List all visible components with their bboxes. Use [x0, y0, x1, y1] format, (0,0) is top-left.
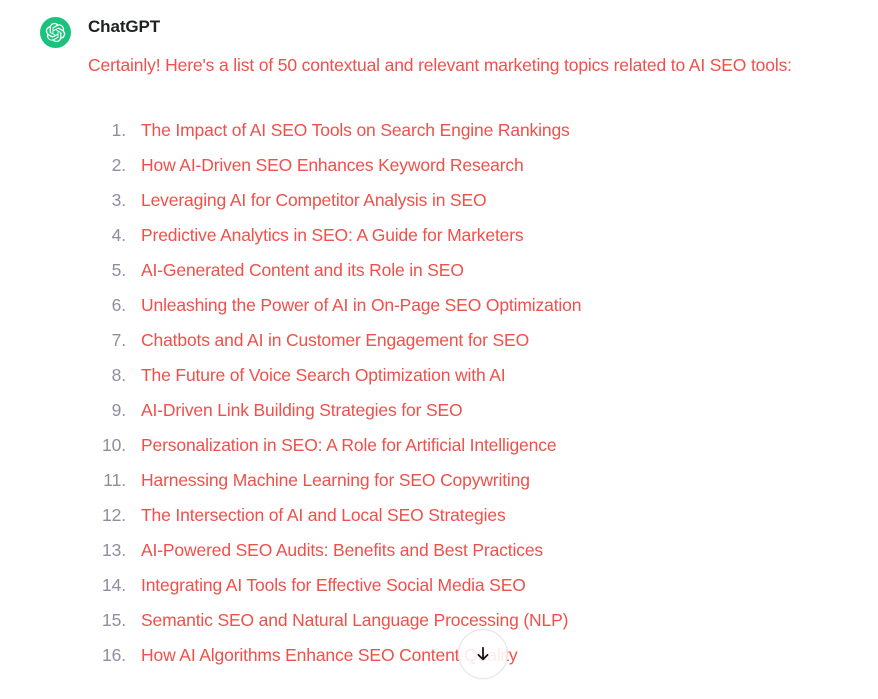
list-item: 4. Predictive Analytics in SEO: A Guide …	[88, 218, 848, 253]
list-item-label: AI-Powered SEO Audits: Benefits and Best…	[141, 540, 544, 560]
list-item-number: 9.	[111, 400, 127, 420]
scroll-to-bottom-button[interactable]	[458, 629, 508, 679]
message-intro-text: Certainly! Here's a list of 50 contextua…	[88, 55, 792, 75]
list-item-number: 12.	[101, 505, 126, 525]
list-item-label: The Future of Voice Search Optimization …	[141, 365, 506, 385]
list-item-label: The Intersection of AI and Local SEO Str…	[141, 505, 506, 525]
list-item-number: 8.	[111, 365, 127, 385]
list-item-label: How AI-Driven SEO Enhances Keyword Resea…	[141, 155, 524, 175]
message-body: ChatGPT Certainly! Here's a list of 50 c…	[88, 12, 848, 673]
list-item: 7. Chatbots and AI in Customer Engagemen…	[88, 323, 848, 358]
list-item-label: Leveraging AI for Competitor Analysis in…	[141, 190, 487, 210]
list-item-number: 11.	[103, 470, 126, 490]
list-item-number: 3.	[111, 190, 127, 210]
list-item: 8. The Future of Voice Search Optimizati…	[88, 358, 848, 393]
topic-list: 1. The Impact of AI SEO Tools on Search …	[88, 113, 848, 673]
chat-conversation-panel: ChatGPT Certainly! Here's a list of 50 c…	[0, 0, 878, 699]
list-item-number: 13.	[101, 540, 126, 560]
list-item-label: Harnessing Machine Learning for SEO Copy…	[141, 470, 530, 490]
list-item: 5. AI-Generated Content and its Role in …	[88, 253, 848, 288]
list-item: 6. Unleashing the Power of AI in On-Page…	[88, 288, 848, 323]
list-item-label: Predictive Analytics in SEO: A Guide for…	[141, 225, 524, 245]
openai-logo-icon	[45, 22, 66, 43]
list-item-label: AI-Generated Content and its Role in SEO	[141, 260, 464, 280]
list-item: 13. AI-Powered SEO Audits: Benefits and …	[88, 533, 848, 568]
list-item-label: The Impact of AI SEO Tools on Search Eng…	[141, 120, 570, 140]
list-item-number: 10.	[101, 435, 126, 455]
list-item-label: Personalization in SEO: A Role for Artif…	[141, 435, 557, 455]
avatar	[40, 17, 71, 48]
list-item: 10. Personalization in SEO: A Role for A…	[88, 428, 848, 463]
message-author: ChatGPT	[88, 17, 161, 36]
list-item-label: Unleashing the Power of AI in On-Page SE…	[141, 295, 582, 315]
list-item-label: Chatbots and AI in Customer Engagement f…	[141, 330, 530, 350]
list-item: 11. Harnessing Machine Learning for SEO …	[88, 463, 848, 498]
list-item-number: 2.	[111, 155, 127, 175]
list-item-number: 15.	[101, 610, 126, 630]
list-item: 14. Integrating AI Tools for Effective S…	[88, 568, 848, 603]
list-item: 12. The Intersection of AI and Local SEO…	[88, 498, 848, 533]
list-item-number: 4.	[111, 225, 127, 245]
list-item: 9. AI-Driven Link Building Strategies fo…	[88, 393, 848, 428]
list-item-label: AI-Driven Link Building Strategies for S…	[141, 400, 463, 420]
list-item: 2. How AI-Driven SEO Enhances Keyword Re…	[88, 148, 848, 183]
list-item: 3. Leveraging AI for Competitor Analysis…	[88, 183, 848, 218]
list-item-label: Integrating AI Tools for Effective Socia…	[141, 575, 526, 595]
arrow-down-icon	[473, 644, 493, 664]
list-item-number: 5.	[111, 260, 127, 280]
list-item-number: 7.	[111, 330, 127, 350]
list-item-number: 6.	[111, 295, 127, 315]
list-item-number: 14.	[101, 575, 126, 595]
list-item: 1. The Impact of AI SEO Tools on Search …	[88, 113, 848, 148]
list-item-number: 16.	[101, 645, 126, 665]
list-item-number: 1.	[111, 120, 127, 140]
assistant-message: ChatGPT Certainly! Here's a list of 50 c…	[0, 0, 878, 673]
